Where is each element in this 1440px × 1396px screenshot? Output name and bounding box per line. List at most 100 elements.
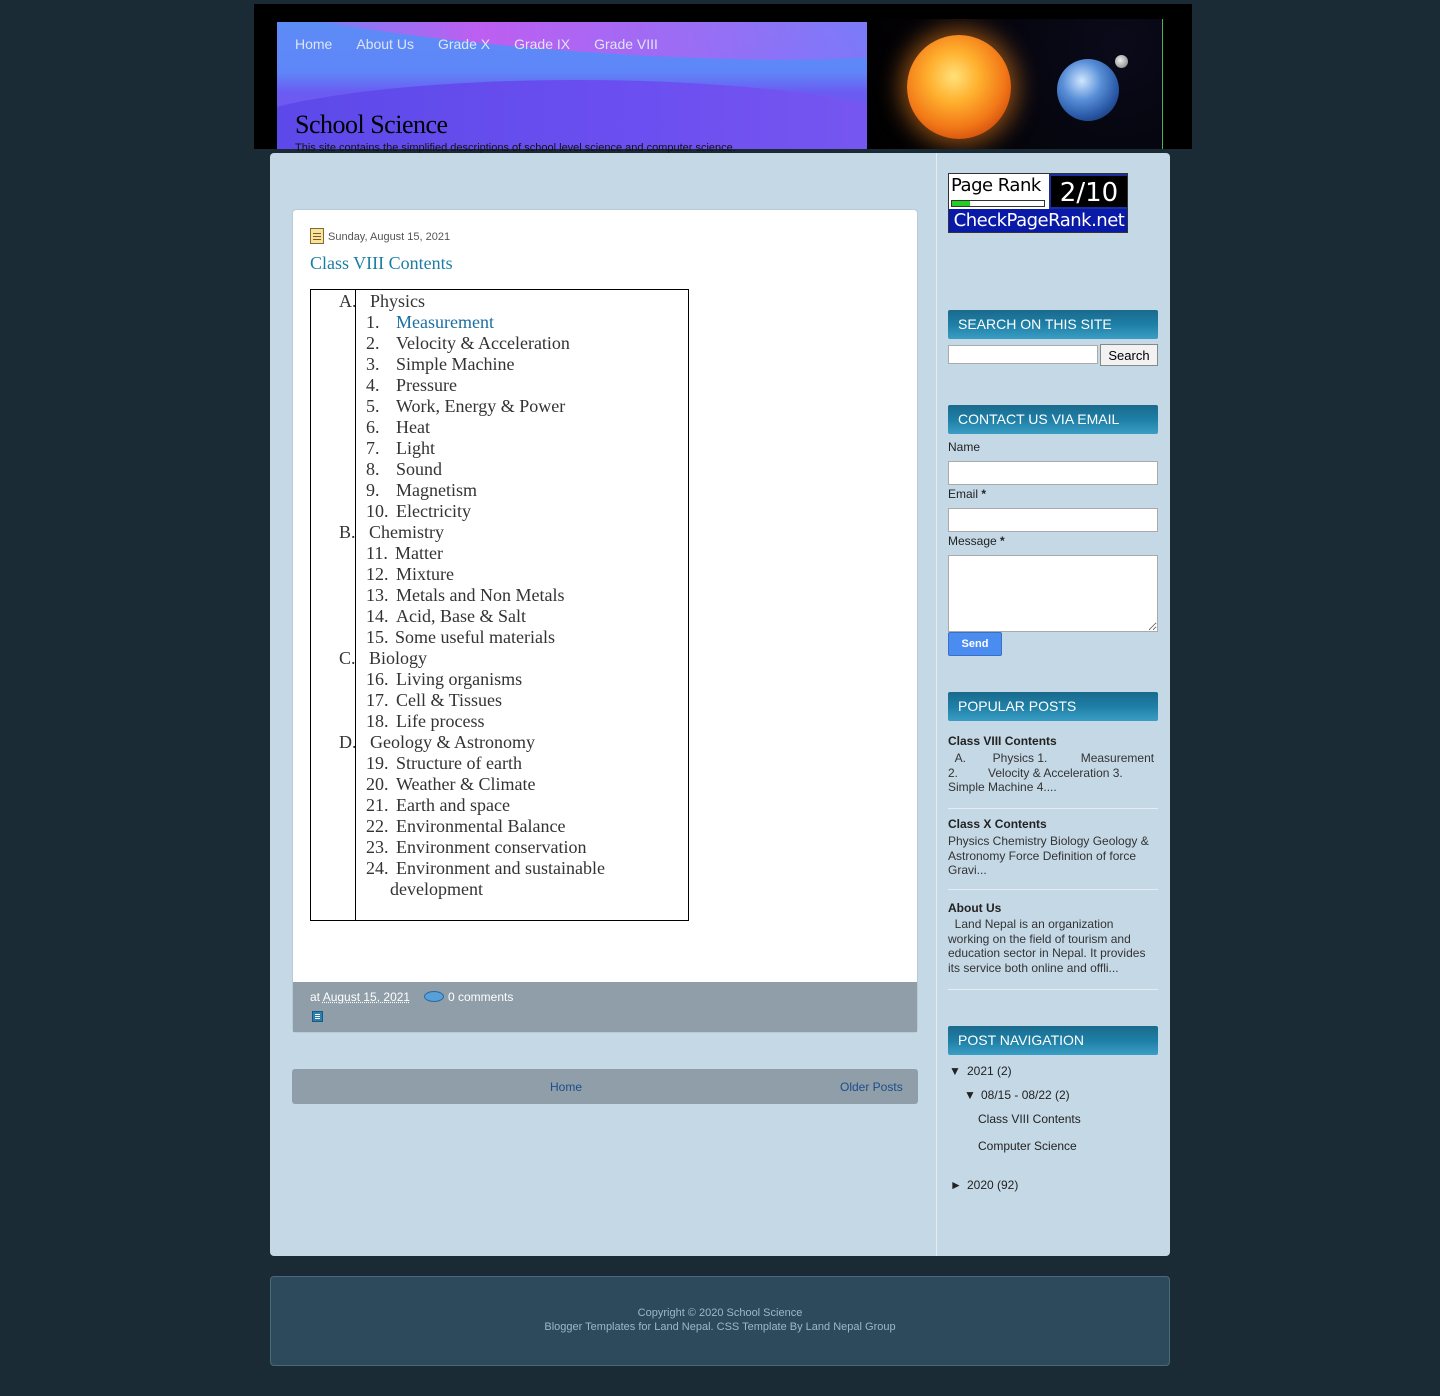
older-posts-link[interactable]: Older Posts xyxy=(840,1080,903,1094)
section-letter: D. xyxy=(339,732,357,752)
item-label: Heat xyxy=(396,417,430,437)
item-number: 13. xyxy=(366,585,389,605)
name-label: Name xyxy=(948,440,981,454)
top-nav: Home About Us Grade X Grade IX Grade VII… xyxy=(295,36,682,52)
post-date-link[interactable]: August 15, 2021 xyxy=(323,990,410,1004)
item-label: Life process xyxy=(396,711,485,731)
item-number: 23. xyxy=(366,837,389,857)
item-number: 16. xyxy=(366,669,389,689)
blog-pager xyxy=(292,1069,918,1104)
nav-grade-x[interactable]: Grade X xyxy=(438,36,490,52)
archive-post-link[interactable]: Class VIII Contents xyxy=(978,1112,1081,1126)
post-title[interactable]: Class VIII Contents xyxy=(310,253,453,274)
nav-grade-viii[interactable]: Grade VIII xyxy=(594,36,658,52)
copyright-text: Copyright © 2020 School Science xyxy=(637,1307,803,1319)
item-label: Matter xyxy=(395,543,443,563)
item-label: Acid, Base & Salt xyxy=(396,606,526,626)
nav-grade-ix[interactable]: Grade IX xyxy=(514,36,570,52)
item-number: 3. xyxy=(366,354,380,374)
item-label: Environmental Balance xyxy=(396,816,566,836)
section-name: Biology xyxy=(369,648,428,668)
item-number: 12. xyxy=(366,564,389,584)
edit-post-icon[interactable] xyxy=(312,1011,323,1022)
item-label: Magnetism xyxy=(396,480,477,500)
popular-post-snippet: Land Nepal is an organization working on… xyxy=(948,917,1149,975)
pager-home-link[interactable]: Home xyxy=(550,1080,582,1094)
popular-post-snippet: Physics Chemistry Biology Geology & Astr… xyxy=(948,834,1149,877)
item-label: Cell & Tissues xyxy=(396,690,503,710)
item-label: Work, Energy & Power xyxy=(396,396,566,416)
item-label: Some useful materials xyxy=(395,627,555,647)
nav-about-us[interactable]: About Us xyxy=(356,36,414,52)
section-name: Chemistry xyxy=(369,522,444,542)
section-letter: A. xyxy=(339,291,357,311)
item-number: 19. xyxy=(366,753,389,773)
item-label: Metals and Non Metals xyxy=(396,585,565,605)
post-date: Sunday, August 15, 2021 xyxy=(328,231,451,243)
measurement-link[interactable]: Measurement xyxy=(396,312,494,333)
item-label: Pressure xyxy=(396,375,457,395)
archive-count: (92) xyxy=(997,1178,1019,1192)
item-label: Living organisms xyxy=(396,669,523,689)
pagerank-label: Page Rank xyxy=(951,175,1041,196)
pagerank-badge[interactable]: Page Rank 2/10 CheckPageRank.net xyxy=(948,173,1128,233)
item-number: 15. xyxy=(366,627,389,647)
archive-count: (2) xyxy=(1055,1088,1070,1102)
item-number: 11. xyxy=(366,543,388,563)
item-number: 18. xyxy=(366,711,389,731)
item-label: development xyxy=(390,879,483,899)
calendar-icon xyxy=(310,228,324,244)
pagerank-score: 2/10 xyxy=(1049,174,1127,209)
post-timestamp: at August 15, 2021 xyxy=(310,990,411,1004)
popular-post-title[interactable]: About Us xyxy=(948,901,1001,915)
archive-post-link[interactable]: Computer Science xyxy=(978,1139,1077,1153)
search-widget-title: Search On This Site xyxy=(948,310,1158,339)
email-field[interactable] xyxy=(948,508,1158,532)
expand-2020-toggle[interactable]: ► xyxy=(950,1178,962,1192)
archive-week[interactable]: 08/15 - 08/22 xyxy=(981,1088,1052,1102)
contents-table: A. Physics 1. Measurement 2. Velocity & … xyxy=(310,289,689,921)
item-label: Light xyxy=(396,438,435,458)
archive-year-2021[interactable]: 2021 xyxy=(967,1064,994,1078)
item-number: 2. xyxy=(366,333,380,353)
item-number: 10. xyxy=(366,501,389,521)
item-number: 21. xyxy=(366,795,389,815)
name-field[interactable] xyxy=(948,461,1158,485)
item-label: Environment conservation xyxy=(396,837,587,857)
message-field[interactable] xyxy=(948,555,1158,632)
item-number: 9. xyxy=(366,480,380,500)
pagerank-site: CheckPageRank.net xyxy=(949,209,1127,232)
nav-home[interactable]: Home xyxy=(295,36,332,52)
item-label: Electricity xyxy=(396,501,471,521)
item-number: 8. xyxy=(366,459,380,479)
item-label: Simple Machine xyxy=(396,354,515,374)
item-label: Earth and space xyxy=(396,795,510,815)
item-number: 1. xyxy=(366,312,380,332)
archive-count: (2) xyxy=(997,1064,1012,1078)
divider xyxy=(948,889,1158,890)
popular-post-snippet: A. Physics 1. Measurement 2. Velocity & … xyxy=(948,751,1158,794)
comments-link[interactable]: 0 comments xyxy=(448,990,513,1004)
site-title[interactable]: School Science xyxy=(295,110,448,140)
divider xyxy=(948,808,1158,809)
item-number: 14. xyxy=(366,606,389,626)
navigation-widget-title: Post Navigation xyxy=(948,1026,1158,1055)
item-number: 17. xyxy=(366,690,389,710)
section-name: Physics xyxy=(370,291,426,311)
popular-widget-title: Popular Posts xyxy=(948,692,1158,721)
item-number: 6. xyxy=(366,417,380,437)
divider xyxy=(948,989,1158,990)
archive-year-2020[interactable]: 2020 xyxy=(967,1178,994,1192)
moon-image xyxy=(1115,55,1128,68)
search-button[interactable]: Search xyxy=(1100,344,1158,366)
search-input[interactable] xyxy=(948,345,1098,364)
comment-icon[interactable] xyxy=(424,991,444,1002)
collapse-2021-toggle[interactable]: ▼ xyxy=(949,1064,961,1078)
send-button[interactable]: Send xyxy=(948,632,1002,656)
collapse-week-toggle[interactable]: ▼ xyxy=(964,1088,976,1102)
item-label: Environment and sustainable xyxy=(396,858,605,878)
message-label: Message * xyxy=(948,534,1005,548)
popular-post-title[interactable]: Class X Contents xyxy=(948,817,1047,831)
popular-post-title[interactable]: Class VIII Contents xyxy=(948,734,1057,748)
item-label: Sound xyxy=(396,459,443,479)
